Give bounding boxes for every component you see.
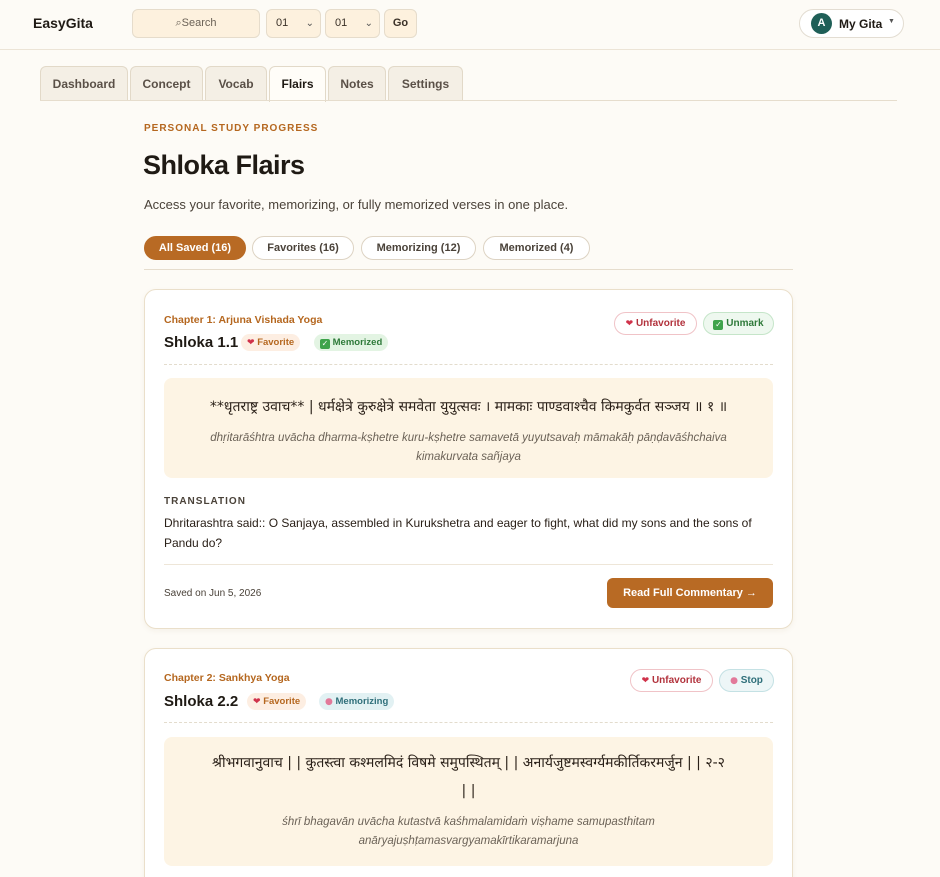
memorized-badge-label: Memorized	[332, 337, 383, 348]
unfavorite-label: Unfavorite	[635, 318, 686, 329]
chevron-down-icon: ⌄	[305, 18, 314, 29]
card-divider	[164, 364, 773, 365]
filter-memorizing[interactable]: Memorizing (12)	[361, 236, 476, 260]
verse-select-value: 01	[335, 17, 348, 29]
favorite-badge: ❤ Favorite	[241, 334, 301, 351]
brain-icon: ●	[325, 697, 333, 707]
memorizing-badge-label: Memorizing	[335, 696, 389, 707]
check-icon: ✓	[713, 320, 724, 330]
stop-memorizing-button[interactable]: ● Stop	[719, 669, 774, 692]
chapter-label: Chapter 1: Arjuna Vishada Yoga	[164, 314, 323, 326]
tab-dashboard[interactable]: Dashboard	[40, 66, 128, 101]
read-commentary-button[interactable]: Read Full Commentary →	[607, 578, 773, 608]
tab-divider	[40, 100, 897, 101]
memorized-badge: ✓ Memorized	[314, 334, 389, 351]
shloka-title: Shloka 1.1	[164, 334, 239, 351]
filter-favorites[interactable]: Favorites (16)	[252, 236, 354, 260]
shloka-card: Chapter 1: Arjuna Vishada Yoga Shloka 1.…	[144, 289, 793, 629]
translation-label: TRANSLATION	[164, 496, 246, 507]
top-bar: EasyGita ⌕Search 01 ⌄ 01 ⌄ Go A My Gita …	[0, 0, 940, 50]
verse-box: श्रीभगवानुवाच | | कुतस्त्वा कश्मलमिदं वि…	[164, 737, 773, 866]
verse-devanagari: श्रीभगवानुवाच | | कुतस्त्वा कश्मलमिदं वि…	[212, 755, 725, 771]
chapter-label: Chapter 2: Sankhya Yoga	[164, 672, 290, 684]
verse-devanagari-continued: | |	[461, 783, 476, 799]
filter-divider	[144, 269, 793, 270]
page-kicker: PERSONAL STUDY PROGRESS	[144, 123, 319, 134]
verse-box: **धृतराष्ट्र उवाच** | धर्मक्षेत्रे कुरुक…	[164, 378, 773, 478]
tab-notes[interactable]: Notes	[328, 66, 386, 101]
tab-concept[interactable]: Concept	[130, 66, 203, 101]
caret-down-icon: ▼	[888, 18, 895, 25]
filter-memorized[interactable]: Memorized (4)	[483, 236, 590, 260]
verse-devanagari: **धृतराष्ट्र उवाच** | धर्मक्षेत्रे कुरुक…	[209, 399, 728, 415]
heart-icon: ❤	[625, 319, 634, 329]
stop-label: Stop	[740, 675, 763, 686]
chevron-down-icon: ⌄	[364, 18, 373, 29]
check-icon: ✓	[320, 339, 330, 349]
filter-all-saved[interactable]: All Saved (16)	[144, 236, 246, 260]
memorizing-badge: ● Memorizing	[319, 693, 395, 710]
unmark-button[interactable]: ✓ Unmark	[703, 312, 774, 335]
tab-vocab[interactable]: Vocab	[205, 66, 267, 101]
go-button[interactable]: Go	[384, 9, 417, 38]
translation-text: Dhritarashtra said:: O Sanjaya, assemble…	[164, 516, 752, 550]
avatar: A	[811, 13, 832, 34]
unfavorite-label: Unfavorite	[651, 675, 702, 686]
unmark-label: Unmark	[726, 318, 764, 329]
unfavorite-button[interactable]: ❤ Unfavorite	[630, 669, 713, 692]
verse-select[interactable]: 01 ⌄	[325, 9, 380, 38]
user-menu-label: My Gita	[839, 17, 883, 31]
heart-icon: ❤	[253, 697, 261, 707]
heart-icon: ❤	[641, 676, 650, 686]
favorite-badge-label: Favorite	[263, 696, 301, 707]
shloka-title: Shloka 2.2	[164, 693, 239, 710]
heart-icon: ❤	[247, 338, 255, 348]
card-divider	[164, 722, 773, 723]
page-subtitle: Access your favorite, memorizing, or ful…	[144, 197, 569, 212]
shloka-card: Chapter 2: Sankhya Yoga Shloka 2.2 ❤ Fav…	[144, 648, 793, 877]
search-input[interactable]: ⌕Search	[132, 9, 260, 38]
chapter-select[interactable]: 01 ⌄	[266, 9, 321, 38]
chapter-select-value: 01	[276, 17, 289, 29]
tab-settings[interactable]: Settings	[388, 66, 463, 101]
brain-icon: ●	[730, 676, 738, 686]
brand-logo[interactable]: EasyGita	[33, 15, 93, 31]
verse-transliteration: śhrī bhagavān uvācha kutastvā kaśhmalami…	[282, 816, 655, 847]
page-title: Shloka Flairs	[143, 150, 305, 180]
card-footer-divider	[164, 564, 773, 565]
user-menu-button[interactable]: A My Gita ▼	[799, 9, 904, 38]
saved-date: Saved on Jun 5, 2026	[164, 588, 262, 599]
unfavorite-button[interactable]: ❤ Unfavorite	[614, 312, 697, 335]
tab-flairs[interactable]: Flairs	[269, 66, 326, 102]
verse-transliteration: dhṛitarāśhtra uvācha dharma-kṣhetre kuru…	[210, 432, 727, 463]
favorite-badge: ❤ Favorite	[247, 693, 307, 710]
favorite-badge-label: Favorite	[257, 337, 295, 348]
